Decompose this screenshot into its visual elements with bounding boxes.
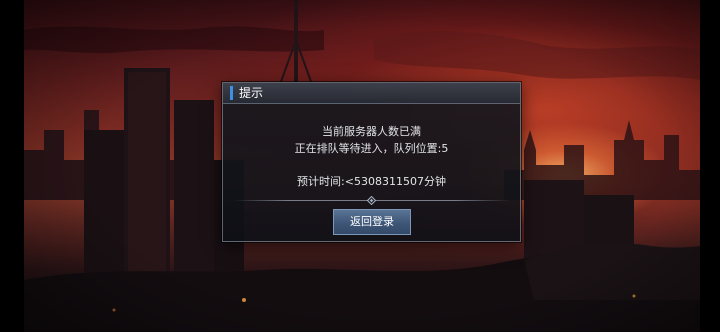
queue-dialog: 提示 当前服务器人数已满 正在排队等待进入，队列位置:5 预计时间:<53083… [222, 82, 521, 242]
header-accent-bar [230, 86, 233, 100]
diamond-ornament-icon [367, 196, 376, 205]
dialog-header: 提示 [223, 83, 520, 104]
game-screen: 提示 当前服务器人数已满 正在排队等待进入，队列位置:5 预计时间:<53083… [0, 0, 720, 332]
return-login-button[interactable]: 返回登录 [333, 209, 411, 235]
server-full-text: 当前服务器人数已满 [322, 125, 421, 138]
dialog-message: 当前服务器人数已满 正在排队等待进入，队列位置:5 预计时间:<53083115… [223, 123, 520, 190]
letterbox-right [700, 0, 720, 332]
letterbox-left [0, 0, 24, 332]
estimated-time-text: 预计时间:<5308311507分钟 [297, 175, 446, 188]
queue-position-text: 正在排队等待进入，队列位置:5 [294, 142, 449, 155]
dialog-title: 提示 [239, 86, 264, 100]
